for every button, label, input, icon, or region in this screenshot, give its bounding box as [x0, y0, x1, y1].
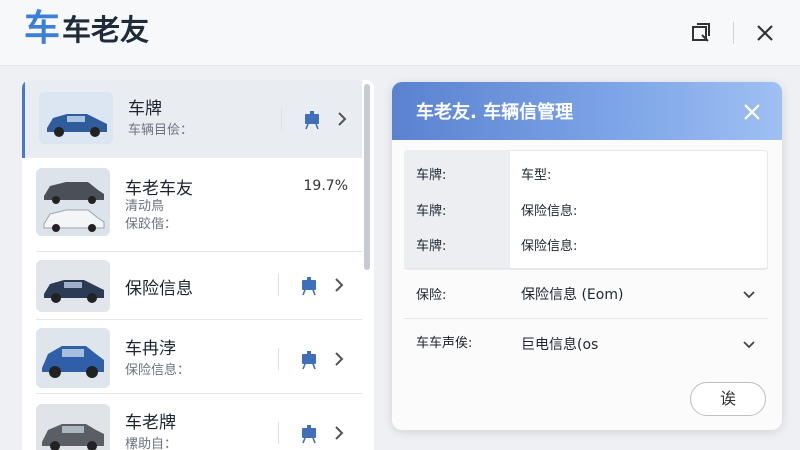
presentation-icon[interactable]: [298, 276, 320, 296]
chevron-right-icon[interactable]: [335, 111, 349, 127]
car-thumbnail: [36, 404, 110, 450]
vehicle-list: 车牌 车辆目侩： 车老车友 19.7% 清动鳥 保跤偕： 保险信息 车冉浡 保险…: [22, 80, 374, 450]
car-icon: [36, 404, 110, 450]
title-bar: 车 车老友: [0, 0, 800, 66]
confirm-button[interactable]: 诶: [690, 382, 766, 416]
presentation-icon[interactable]: [298, 350, 320, 370]
insurance-select-value: 保险信息 (Eom): [521, 287, 624, 303]
chevron-right-icon[interactable]: [332, 351, 346, 367]
insurance-info-label-2: 保险信息:: [521, 239, 578, 254]
item-title: 车冉浡: [125, 339, 176, 359]
item-subtitle: 保险信息：: [125, 363, 191, 378]
car-field-select-value: 巨电信息(os: [521, 337, 599, 353]
item-divider: [281, 108, 282, 130]
plate-label: 车牌:: [416, 168, 447, 183]
chevron-right-icon[interactable]: [332, 277, 346, 293]
item-subtitle-2: 保跤偕：: [125, 217, 178, 232]
plate-label-2: 车牌:: [416, 204, 447, 219]
window-restore-icon: [692, 23, 710, 42]
car-thumbnail: [36, 328, 110, 388]
row-divider: [404, 268, 768, 269]
presentation-icon[interactable]: [301, 110, 323, 130]
car-icon: [36, 328, 110, 388]
item-percentage: 19.7%: [303, 178, 348, 194]
item-subtitle: 樏助自：: [125, 437, 178, 450]
item-title: 车牌: [128, 99, 162, 119]
item-title: 车老车友: [125, 179, 193, 199]
list-item[interactable]: 车老牌 樏助自：: [22, 394, 362, 450]
presentation-icon[interactable]: [298, 424, 320, 444]
chevron-down-icon: [743, 341, 755, 349]
insurance-info-label: 保险信息:: [521, 204, 578, 219]
list-item[interactable]: 车牌 车辆目侩：: [22, 80, 362, 158]
car-thumbnail: [39, 92, 113, 144]
car-icon: [39, 92, 113, 144]
app-logo: 车: [24, 8, 61, 49]
car-icon: [36, 168, 110, 236]
car-field-select[interactable]: 巨电信息(os: [510, 326, 768, 360]
list-item[interactable]: 车冉浡 保险信息：: [22, 320, 362, 394]
plate-label-3: 车牌:: [416, 239, 447, 254]
close-icon: [757, 25, 773, 41]
item-subtitle: 清动鳥: [125, 199, 165, 214]
list-scrollbar[interactable]: [364, 84, 370, 270]
item-title: 保险信息: [125, 279, 193, 299]
app-title: 车老友: [62, 13, 150, 47]
list-item[interactable]: 车老车友 19.7% 清动鳥 保跤偕：: [22, 158, 362, 252]
dialog-header: 车老友. 车辆信管理: [392, 82, 782, 140]
item-subtitle: 车辆目侩：: [128, 123, 194, 138]
model-label: 车型:: [521, 168, 552, 183]
car-field-label: 车车声俟:: [416, 336, 473, 351]
insurance-label: 保险:: [416, 288, 447, 303]
window-close-button[interactable]: [750, 18, 780, 48]
car-icon: [36, 260, 110, 312]
item-title: 车老牌: [125, 413, 176, 433]
dialog-title: 车老友. 车辆信管理: [416, 102, 574, 123]
close-icon[interactable]: [742, 102, 762, 122]
list-item[interactable]: 保险信息: [22, 252, 362, 320]
insurance-select[interactable]: 保险信息 (Eom): [510, 276, 768, 310]
chevron-down-icon: [743, 291, 755, 299]
row-divider: [404, 318, 768, 319]
item-divider: [278, 422, 279, 444]
item-divider: [278, 274, 279, 296]
car-thumbnail: [36, 168, 110, 236]
chevron-right-icon[interactable]: [332, 425, 346, 441]
car-thumbnail: [36, 260, 110, 312]
item-divider: [278, 348, 279, 370]
titlebar-divider: [733, 22, 734, 44]
window-restore-button[interactable]: [686, 18, 716, 48]
vehicle-info-dialog: 车老友. 车辆信管理 车牌: 车牌: 车牌: 车型: 保险信息: 保险信息: 保…: [392, 82, 782, 430]
